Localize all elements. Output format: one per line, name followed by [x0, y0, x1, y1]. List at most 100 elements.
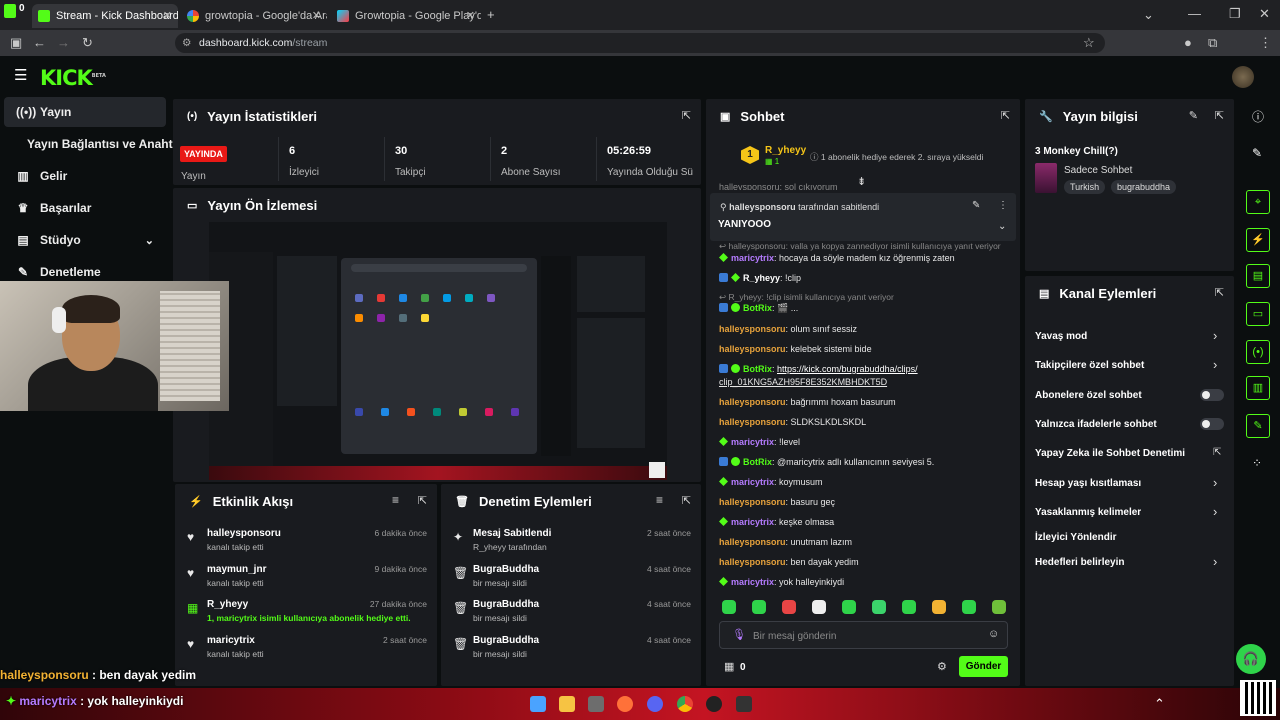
- kick-logo[interactable]: KICKBETA: [40, 66, 106, 89]
- chat-message[interactable]: R_yheyy: !clip: [719, 273, 801, 283]
- filter-icon[interactable]: ≡: [392, 493, 399, 507]
- tag[interactable]: Turkish: [1064, 180, 1106, 194]
- sidebar-toggle-icon[interactable]: ▣: [10, 36, 22, 50]
- close-tab-icon[interactable]: ✕: [466, 9, 475, 22]
- tag[interactable]: bugrabuddha: [1111, 180, 1177, 194]
- chat-message[interactable]: maricytrix: koymusum: [719, 477, 823, 487]
- sidebar-item-yayin[interactable]: ((•)) Yayın: [4, 97, 166, 127]
- chat-user[interactable]: maricytrix: [731, 477, 774, 487]
- reload-icon[interactable]: ↻: [82, 36, 93, 50]
- chat-message[interactable]: BotRix: https://kick.com/bugrabuddha/cli…: [719, 364, 918, 374]
- back-icon[interactable]: ←: [33, 36, 46, 50]
- chat-message[interactable]: maricytrix: yok halleyinkiydi: [719, 577, 844, 587]
- chevron-down-icon[interactable]: ⌄: [998, 221, 1006, 232]
- action-followers-only[interactable]: Takipçilere özel sohbet: [1035, 360, 1144, 371]
- new-tab-icon[interactable]: +: [487, 8, 495, 22]
- popout-icon[interactable]: ⇱: [1215, 286, 1224, 299]
- action-host-viewers[interactable]: İzleyici Yönlendir: [1035, 532, 1117, 543]
- sidebar-item-stream-key[interactable]: Yayın Bağlantısı ve Anahtarı: [4, 129, 187, 159]
- points-icon[interactable]: ▦: [724, 660, 734, 673]
- menu-dots-icon[interactable]: ⋮: [1259, 36, 1272, 50]
- collapse-arrow-icon[interactable]: ⇟: [857, 175, 866, 188]
- top-gifter-name[interactable]: R_yheyy: [765, 145, 806, 156]
- send-button[interactable]: Gönder: [959, 656, 1008, 677]
- external-link-icon[interactable]: ⇱: [1213, 447, 1221, 458]
- sidebar-item-gelir[interactable]: ▥ Gelir: [4, 161, 166, 191]
- obs-icon[interactable]: [706, 696, 722, 712]
- minimize-icon[interactable]: —: [1188, 7, 1201, 21]
- chat-message-cont[interactable]: clip_01KNG5AZH95F8E352KMBHDKT5D: [719, 377, 887, 387]
- sidebar-item-basarilar[interactable]: ♛ Başarılar: [4, 193, 166, 223]
- rail-dots-icon[interactable]: ⁘: [1252, 456, 1262, 470]
- extensions-icon[interactable]: ⧉: [1208, 36, 1217, 50]
- subscribers-only-toggle[interactable]: [1200, 389, 1224, 401]
- chat-message[interactable]: maricytrix: keşke olmasa: [719, 517, 834, 527]
- chat-input-box[interactable]: 🎙 Bir mesaj gönderin ☺: [719, 621, 1008, 649]
- sidebar-item-studyo[interactable]: ▤ Stüdyo ⌄: [4, 225, 166, 255]
- chevron-right-icon[interactable]: ›: [1213, 328, 1217, 343]
- emote-icon[interactable]: [992, 600, 1006, 614]
- clip-link[interactable]: https://kick.com/bugrabuddha/clips/: [777, 364, 918, 374]
- action-ai-moderation[interactable]: Yapay Zeka ile Sohbet Denetimi: [1035, 448, 1185, 459]
- filter-icon[interactable]: ≡: [656, 493, 663, 507]
- more-dots-icon[interactable]: ⋮: [998, 200, 1008, 211]
- chat-settings-icon[interactable]: ⚙: [937, 660, 947, 673]
- chat-message[interactable]: BotRix: @maricytrix adlı kullanıcının se…: [719, 457, 934, 467]
- popout-icon[interactable]: ⇱: [1215, 109, 1224, 122]
- popout-icon[interactable]: ⇱: [418, 494, 427, 507]
- edit-icon[interactable]: ✎: [1252, 146, 1262, 160]
- chat-user[interactable]: maricytrix: [731, 253, 774, 263]
- hamburger-menu-icon[interactable]: ☰: [14, 68, 27, 83]
- chat-user[interactable]: BotRix: [743, 364, 772, 374]
- chat-message[interactable]: halleysponsoru: kelebek sistemi bide: [719, 344, 872, 354]
- file-explorer-icon[interactable]: [559, 696, 575, 712]
- popout-icon[interactable]: ⇱: [682, 109, 691, 122]
- site-info-icon[interactable]: ⚙: [182, 33, 191, 53]
- emote-icon[interactable]: [902, 600, 916, 614]
- chat-message[interactable]: maricytrix: !level: [719, 437, 800, 447]
- chat-message[interactable]: maricytrix: hocaya da söyle madem kız öğ…: [719, 253, 955, 263]
- support-headset-button[interactable]: 🎧: [1236, 644, 1266, 674]
- chat-user[interactable]: halleysponsoru: [719, 324, 786, 334]
- chrome-icon[interactable]: [677, 696, 693, 712]
- edit-icon[interactable]: ✎: [1189, 109, 1198, 122]
- clip-link-cont[interactable]: clip_01KNG5AZH95F8E352KMBHDKT5D: [719, 377, 887, 387]
- chevron-right-icon[interactable]: ›: [1213, 554, 1217, 569]
- tab-google-search[interactable]: growtopia - Google'da Ara ✕: [181, 4, 327, 28]
- forward-icon[interactable]: →: [57, 36, 70, 50]
- tab-search-icon[interactable]: ⌄: [1143, 8, 1154, 22]
- emote-icon[interactable]: [932, 600, 946, 614]
- firefox-icon[interactable]: [617, 696, 633, 712]
- rail-chat-icon[interactable]: ▭: [1246, 302, 1270, 326]
- chat-user[interactable]: maricytrix: [731, 517, 774, 527]
- app-icon[interactable]: [736, 696, 752, 712]
- close-tab-icon[interactable]: ✕: [312, 9, 321, 22]
- chat-user[interactable]: halleysponsoru: [719, 344, 786, 354]
- chevron-right-icon[interactable]: ›: [1213, 475, 1217, 490]
- action-banned-words[interactable]: Yasaklanmış kelimeler: [1035, 507, 1141, 518]
- chevron-right-icon[interactable]: ›: [1213, 357, 1217, 372]
- profile-icon[interactable]: ●: [1184, 36, 1192, 50]
- action-subscribers-only[interactable]: Abonelere özel sohbet: [1035, 390, 1142, 401]
- emote-icon[interactable]: [752, 600, 766, 614]
- action-slow-mode[interactable]: Yavaş mod: [1035, 331, 1087, 342]
- discord-icon[interactable]: [647, 696, 663, 712]
- maximize-icon[interactable]: ❐: [1229, 7, 1241, 21]
- info-icon[interactable]: ⓘ: [1252, 108, 1264, 125]
- emoji-icon[interactable]: ☺: [988, 628, 999, 640]
- action-emotes-only[interactable]: Yalnızca ifadelerle sohbet: [1035, 419, 1157, 430]
- chat-message[interactable]: halleysponsoru: unutmam lazım: [719, 537, 852, 547]
- user-avatar[interactable]: [1232, 66, 1254, 88]
- rail-wrench-icon[interactable]: ✎: [1246, 414, 1270, 438]
- close-tab-icon[interactable]: ✕: [163, 9, 172, 22]
- stream-preview-video[interactable]: [209, 222, 667, 480]
- rail-layers-icon[interactable]: ▥: [1246, 376, 1270, 400]
- chat-user[interactable]: maricytrix: [731, 577, 774, 587]
- chat-message[interactable]: halleysponsoru: olum sınıf sessiz: [719, 324, 857, 334]
- rail-doc-icon[interactable]: ▤: [1246, 264, 1270, 288]
- chat-user[interactable]: R_yheyy: [743, 273, 780, 283]
- popout-icon[interactable]: ⇱: [682, 494, 691, 507]
- chat-message[interactable]: halleysponsoru: ben dayak yedim: [719, 557, 859, 567]
- unpin-icon[interactable]: ✎: [972, 200, 980, 211]
- microphone-icon[interactable]: 🎙: [732, 628, 746, 641]
